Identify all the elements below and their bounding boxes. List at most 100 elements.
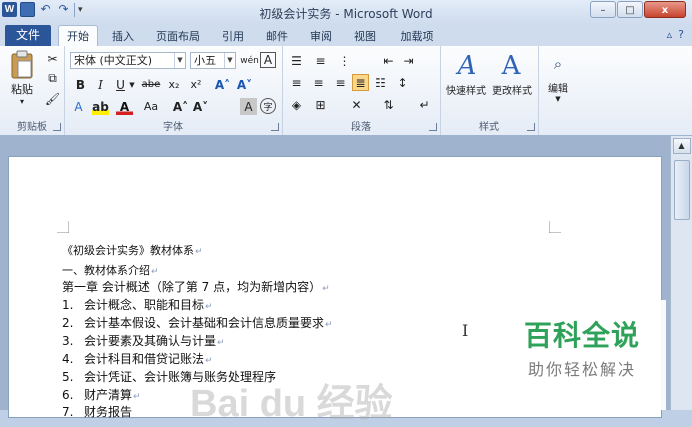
font-name-value: 宋体 (中文正文) <box>74 54 153 67</box>
numbering-icon[interactable]: ≡ <box>312 52 329 69</box>
tab-mailings[interactable]: 邮件 <box>258 27 296 46</box>
character-border-button[interactable]: A <box>260 52 276 68</box>
align-left-icon[interactable]: ≡ <box>288 74 305 91</box>
tab-insert[interactable]: 插入 <box>104 27 142 46</box>
borders-icon[interactable]: ⊞ <box>312 96 329 113</box>
font-name-combo[interactable]: 宋体 (中文正文) ▼ <box>70 52 186 69</box>
strikethrough-button[interactable]: abe <box>140 76 162 93</box>
tab-home[interactable]: 开始 <box>58 25 98 47</box>
grow-font-icon[interactable]: A˄ <box>214 76 231 93</box>
quick-styles-icon[interactable]: A <box>450 50 484 82</box>
paragraph-mark-icon: ↵ <box>217 338 225 348</box>
scroll-up-icon[interactable]: ▲ <box>672 138 691 154</box>
maximize-button[interactable]: □ <box>617 1 643 18</box>
list-item: 4. 会计科目和借贷记账法↵ <box>62 350 213 367</box>
scroll-thumb[interactable] <box>673 160 690 220</box>
multilevel-list-icon[interactable]: ⋮ <box>336 52 353 69</box>
chevron-down-icon[interactable]: ▼ <box>550 94 566 104</box>
group-font: 宋体 (中文正文) ▼ 小五 ▼ wén A B I U ▼ abe x₂ x²… <box>64 46 283 135</box>
phonetic-guide-button[interactable]: wén <box>240 52 259 69</box>
highlight-icon[interactable]: ab <box>92 98 109 115</box>
show-marks-icon[interactable]: ↵ <box>416 96 433 113</box>
chevron-down-icon[interactable]: ▼ <box>174 53 185 68</box>
list-item: 7. 财务报告 <box>62 403 132 420</box>
copy-icon[interactable]: ⧉ <box>44 70 61 87</box>
clipboard-launcher-icon[interactable] <box>53 123 61 131</box>
baike-overlay-logo: 百科全说 助你轻松解决 <box>498 300 666 410</box>
tab-page-layout[interactable]: 页面布局 <box>150 27 206 46</box>
paragraph-mark-icon: ↵ <box>195 247 203 257</box>
group-label-font: 字体 <box>163 122 183 133</box>
decrease-indent-icon[interactable]: ⇤ <box>380 52 397 69</box>
change-styles-button[interactable]: 更改样式 <box>488 82 536 97</box>
editing-button[interactable]: 编辑 <box>540 80 576 95</box>
list-item: 3. 会计要素及其确认与计量↵ <box>62 332 225 349</box>
find-icon[interactable]: ⌕ <box>546 50 570 78</box>
tab-file[interactable]: 文件 <box>5 25 51 46</box>
list-item: 2. 会计基本假设、会计基础和会计信息质量要求↵ <box>62 314 333 331</box>
cut-icon[interactable]: ✂ <box>44 50 61 67</box>
format-painter-icon[interactable]: 🖌 <box>44 90 61 107</box>
margin-corner-mark <box>57 221 69 233</box>
align-center-icon[interactable]: ≡ <box>310 74 327 91</box>
close-button[interactable]: x <box>644 1 686 18</box>
distributed-icon[interactable]: ☷ <box>372 74 389 91</box>
chinese-layout-icon[interactable]: ✕ <box>348 96 365 113</box>
text-cursor-icon: I <box>462 321 469 340</box>
bold-button[interactable]: B <box>72 76 89 93</box>
sort-icon[interactable]: ⇅ <box>380 96 397 113</box>
minimize-button[interactable]: – <box>590 1 616 18</box>
group-editing: ⌕ 编辑 ▼ <box>538 46 578 135</box>
ribbon-tab-row: 文件 开始 插入 页面布局 引用 邮件 审阅 视图 加载项 ▵ ? <box>0 24 692 47</box>
subscript-button[interactable]: x₂ <box>164 76 184 93</box>
shrink-font-icon[interactable]: A˅ <box>236 76 253 93</box>
paragraph-launcher-icon[interactable] <box>429 123 437 131</box>
minimize-ribbon-icon[interactable]: ▵ <box>667 28 673 41</box>
underline-button[interactable]: U <box>112 76 129 93</box>
justify-icon[interactable]: ≣ <box>352 74 369 91</box>
tab-review[interactable]: 审阅 <box>302 27 340 46</box>
list-number: 6. <box>62 388 74 402</box>
text-effects-icon[interactable]: A <box>70 98 87 115</box>
change-styles-icon[interactable]: A <box>494 50 528 82</box>
font-size-combo[interactable]: 小五 ▼ <box>190 52 236 69</box>
increase-indent-icon[interactable]: ⇥ <box>400 52 417 69</box>
paste-dropdown-icon[interactable]: ▾ <box>12 96 32 106</box>
list-number: 1. <box>62 298 74 312</box>
window-title: 初级会计实务 - Microsoft Word <box>259 7 433 21</box>
document-line: 一、教材体系介绍↵ <box>62 262 159 278</box>
character-shading-button[interactable]: A <box>240 98 257 115</box>
list-number: 5. <box>62 370 74 384</box>
shrink-font-button[interactable]: A˅ <box>192 98 209 115</box>
help-icon[interactable]: ? <box>678 28 684 41</box>
tab-addins[interactable]: 加载项 <box>392 27 442 46</box>
enclose-characters-button[interactable]: 字 <box>260 98 276 114</box>
group-clipboard: 粘贴 ▾ ✂ ⧉ 🖌 剪贴板 <box>0 46 65 135</box>
line-spacing-icon[interactable]: ↕ <box>394 74 411 91</box>
superscript-button[interactable]: x² <box>186 76 206 93</box>
bullets-icon[interactable]: ☰ <box>288 52 305 69</box>
shading-icon[interactable]: ◈ <box>288 96 305 113</box>
paste-icon[interactable] <box>10 50 34 80</box>
styles-launcher-icon[interactable] <box>527 123 535 131</box>
italic-button[interactable]: I <box>92 76 109 93</box>
vertical-scrollbar[interactable]: ▲ <box>670 136 692 410</box>
title-bar: W ↶ ↷ ▾ 初级会计实务 - Microsoft Word – □ x <box>0 0 692 24</box>
chevron-down-icon[interactable]: ▼ <box>128 76 136 93</box>
tab-view[interactable]: 视图 <box>346 27 384 46</box>
document-line: 《初级会计实务》教材体系↵ <box>62 242 203 258</box>
list-item: 6. 财产清算↵ <box>62 386 141 403</box>
tab-references[interactable]: 引用 <box>214 27 252 46</box>
paste-button[interactable]: 粘贴 <box>4 82 40 96</box>
font-color-icon[interactable]: A <box>116 98 133 115</box>
grow-font-button[interactable]: A˄ <box>172 98 189 115</box>
paragraph-mark-icon: ↵ <box>133 392 141 402</box>
align-right-icon[interactable]: ≡ <box>332 74 349 91</box>
change-case-button[interactable]: Aa <box>136 98 166 115</box>
document-line: 第一章 会计概述（除了第 7 点，均为新增内容）↵ <box>62 278 330 295</box>
line-text: 财产清算 <box>84 388 133 402</box>
quick-styles-button[interactable]: 快速样式 <box>442 82 490 97</box>
line-text: 会计基本假设、会计基础和会计信息质量要求 <box>84 316 325 330</box>
font-launcher-icon[interactable] <box>271 123 279 131</box>
chevron-down-icon[interactable]: ▼ <box>224 53 235 68</box>
